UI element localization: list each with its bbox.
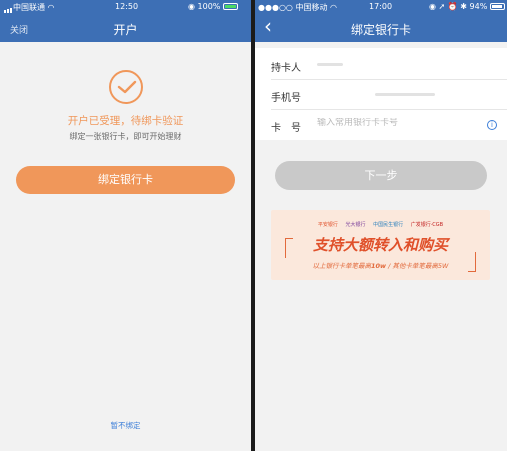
lock-rotation-icon: ◉ [188,2,195,11]
skip-binding-link[interactable]: 暂不绑定 [0,420,251,431]
right-status-bar: ●●●○○ 中国移动 ◠ 17:00 ◉ ➚ ⏰ ✱ 94% [255,0,507,14]
right-carrier: ●●●○○ 中国移动 ◠ [258,3,337,12]
card-row: 卡 号 i [255,110,507,140]
banner-title: 支持大额转入和购买 [312,236,448,254]
phone-masked [375,93,435,96]
phone-label: 手机号 [271,93,301,104]
left-navbar: 关闭 开户 [0,14,251,42]
bank-logos: 平安银行 光大银行 中国民生银行 广发银行·CGB [271,221,490,228]
card-form: 持卡人 手机号 卡 号 i [255,48,507,140]
status-submessage: 绑定一张银行卡，即可开始理财 [69,132,182,141]
right-screen: ●●●○○ 中国移动 ◠ 17:00 ◉ ➚ ⏰ ✱ 94% ‹ 绑定银行卡 持… [255,0,507,451]
page-title: 开户 [113,23,138,37]
bind-card-button[interactable]: 绑定银行卡 [16,166,235,194]
bank-logo: 中国民生银行 [373,222,404,228]
info-icon[interactable]: i [487,120,497,130]
bank-logo: 光大银行 [345,222,366,228]
left-screen: 中国联通 ◠ 12:50 ◉ 100% 关闭 开户 开户已受理，待绑卡验证 绑定… [0,0,251,451]
wifi-icon: ◠ [47,3,55,12]
phone-row: 手机号 [255,80,507,110]
status-icons: ◉ ➚ ⏰ ✱ [429,2,467,11]
wifi-icon: ◠ [330,3,337,12]
left-carrier: 中国联通 ◠ [4,2,55,13]
bank-logo: 广发银行·CGB [410,222,444,228]
banner-subtitle: 以上银行卡单笔最高10w / 其他卡单笔最高5W [312,262,449,270]
left-header: 中国联通 ◠ 12:50 ◉ 100% 关闭 开户 [0,0,251,42]
right-header: ●●●○○ 中国移动 ◠ 17:00 ◉ ➚ ⏰ ✱ 94% ‹ 绑定银行卡 [255,0,507,42]
right-navbar: ‹ 绑定银行卡 [255,14,507,42]
battery-icon [222,3,238,10]
next-step-button[interactable]: 下一步 [275,161,487,190]
success-check-icon [109,70,143,104]
left-status-bar: 中国联通 ◠ 12:50 ◉ 100% [0,0,251,14]
right-time: 17:00 [369,2,393,11]
left-time: 12:50 [115,2,139,11]
page-title: 绑定银行卡 [350,23,411,37]
bank-logo: 平安银行 [317,222,338,228]
holder-label: 持卡人 [271,63,301,74]
status-message: 开户已受理，待绑卡验证 [67,115,184,127]
promo-banner[interactable]: 平安银行 光大银行 中国民生银行 广发银行·CGB 支持大额转入和购买 以上银行… [271,210,490,280]
holder-name-masked [317,63,343,66]
card-label: 卡 号 [271,123,301,134]
right-battery: ◉ ➚ ⏰ ✱ 94% [429,2,505,11]
card-number-input[interactable] [317,118,477,128]
holder-row: 持卡人 [255,50,507,80]
battery-icon [489,3,505,10]
left-battery: ◉ 100% [188,2,238,11]
